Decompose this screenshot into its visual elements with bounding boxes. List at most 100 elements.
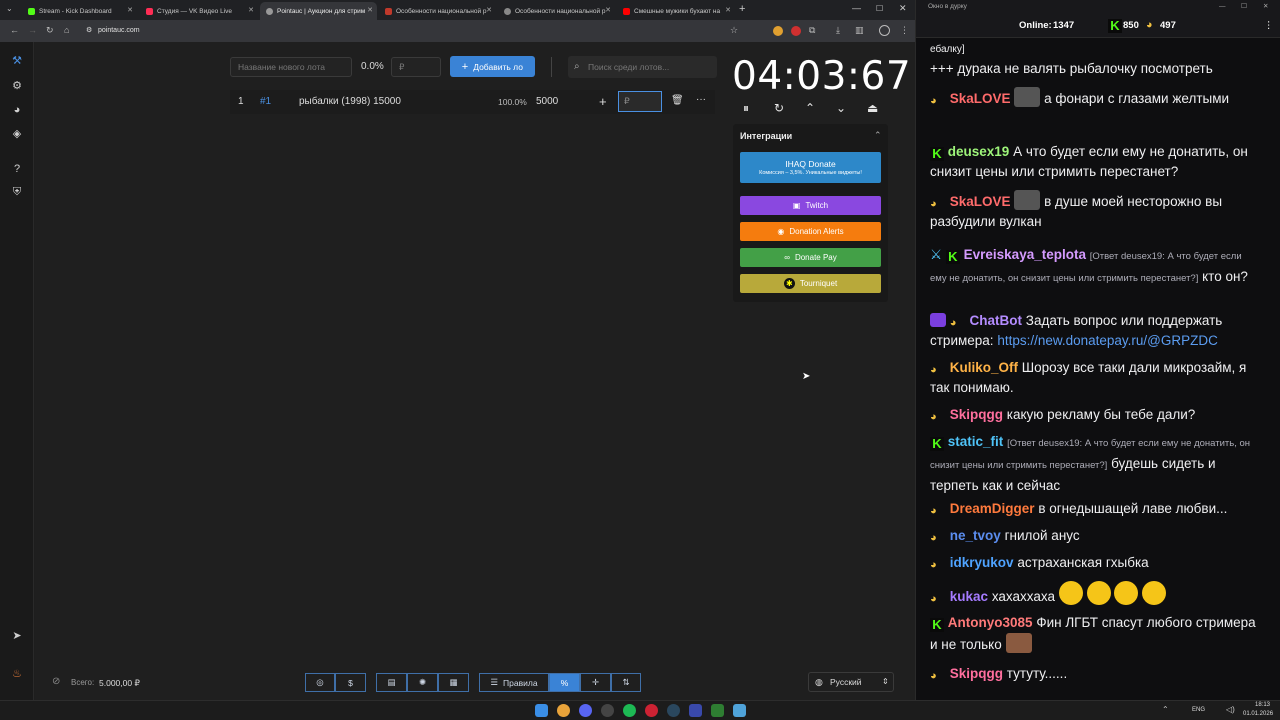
close-icon[interactable]: ✕ [127, 6, 133, 14]
obs-icon[interactable] [601, 704, 614, 717]
percent-toggle[interactable]: % [549, 673, 580, 692]
app-icon[interactable] [711, 704, 724, 717]
reload-icon[interactable]: ↻ [46, 25, 54, 36]
decrease-time-icon[interactable]: ⌄ [836, 101, 846, 115]
windows-start-icon[interactable] [535, 704, 548, 717]
collapse-chevron-icon[interactable]: ⌃ [874, 130, 882, 141]
tab-movie-1[interactable]: Особенности национальной р ✕ [379, 2, 496, 20]
extensions-puzzle-icon[interactable]: ⧉ [809, 25, 815, 36]
github-button[interactable]: ◎ [305, 673, 335, 692]
auction-hammer-icon[interactable]: ⚒ [10, 54, 24, 68]
maximize-icon[interactable]: ☐ [1241, 0, 1247, 14]
new-lot-name-input[interactable]: Название нового лота [230, 57, 352, 77]
message-nick[interactable]: Antonyo3085 [948, 615, 1033, 630]
delete-icon[interactable]: 🗑 [671, 95, 684, 106]
ihaq-donate-button[interactable]: IHAQ Donate Комиссия – 3,5%. Уникальные … [740, 152, 881, 183]
tab-list-chevron-icon[interactable]: ⌄ [6, 4, 13, 13]
hide-eye-icon[interactable]: ⊘ [52, 676, 60, 687]
message-nick[interactable]: Evreiskaya_teplota [964, 247, 1086, 262]
shield-icon[interactable]: ⛨ [10, 185, 24, 199]
rules-button[interactable]: ☰ Правила [479, 673, 549, 692]
close-window-icon[interactable]: ✕ [899, 3, 907, 14]
lot-search-input[interactable]: ⌕ Поиск среди лотов... [568, 56, 717, 78]
message-nick[interactable]: DreamDigger [950, 501, 1035, 516]
tray-chevron-icon[interactable]: ⌃ [1162, 705, 1169, 714]
chat-menu-icon[interactable]: ⋮ [1264, 20, 1274, 31]
minimize-icon[interactable]: — [1219, 0, 1226, 14]
donate-dollar-button[interactable]: $ [335, 673, 366, 692]
collapse-icon[interactable]: ⏏ [867, 101, 878, 115]
close-icon[interactable]: ✕ [248, 6, 254, 14]
wheel-icon[interactable]: ◕ [10, 103, 24, 117]
url-field[interactable]: ⚙ pointauc.com [80, 23, 800, 39]
message-nick[interactable]: ne_tvoy [950, 528, 1001, 543]
message-nick[interactable]: Skipqgg [950, 666, 1003, 681]
minimize-icon[interactable]: — [852, 3, 861, 13]
lot-amount-input[interactable]: ₽ [618, 91, 662, 112]
download-icon[interactable]: ⤓ [836, 25, 840, 36]
message-nick[interactable]: ChatBot [970, 313, 1023, 328]
forward-icon[interactable]: → [28, 25, 37, 35]
donate-pay-button[interactable]: ∞ Donate Pay [740, 248, 881, 267]
language-select[interactable]: ◍ Русский ⇕ [808, 672, 894, 692]
tab-movie-2[interactable]: Особенности национальной р ✕ [498, 2, 615, 20]
menu-icon[interactable]: ⋮ [900, 25, 909, 36]
sort-toggle[interactable]: ⇅ [611, 673, 641, 692]
reset-icon[interactable]: ↻ [774, 101, 784, 115]
add-amount-icon[interactable]: + [599, 94, 607, 109]
more-icon[interactable]: ··· [696, 94, 706, 105]
tourniquet-button[interactable]: ✱ Tourniquet [740, 274, 881, 293]
layers-icon[interactable]: ◈ [10, 127, 24, 141]
message-nick[interactable]: SkaLOVE [950, 194, 1011, 209]
back-icon[interactable]: ← [10, 25, 19, 35]
clock-date[interactable]: 01.01.2026 [1243, 711, 1273, 717]
tab-youtube[interactable]: Смешные мужики бухают на ✕ [617, 2, 735, 20]
keyboard-language[interactable]: ENG [1192, 707, 1205, 713]
twitch-button[interactable]: ▣ Twitch [740, 196, 881, 215]
message-nick[interactable]: Skipqgg [950, 407, 1003, 422]
message-nick[interactable]: idkryukov [950, 555, 1014, 570]
app-icon[interactable] [645, 704, 658, 717]
bookmark-star-icon[interactable]: ☆ [730, 25, 738, 36]
sidebar-icon[interactable]: ▥ [855, 25, 864, 36]
home-icon[interactable]: ⌂ [64, 25, 69, 35]
lot-name[interactable]: рыбалки (1998) 15000 [299, 96, 401, 107]
site-info-icon[interactable]: ⚙ [86, 23, 92, 39]
clear-all-button[interactable]: ▦ [438, 673, 469, 692]
close-icon[interactable]: ✕ [1263, 0, 1268, 14]
tab-pointauc[interactable]: Pointauc | Аукцион для стрим ✕ [260, 2, 377, 20]
message-nick[interactable]: kukac [950, 589, 988, 604]
extension-icon[interactable] [773, 26, 783, 36]
message-nick[interactable]: SkaLOVE [950, 91, 1011, 106]
help-icon[interactable]: ? [10, 162, 24, 176]
add-lot-button[interactable]: + Добавить лот [450, 56, 535, 77]
close-icon[interactable]: ✕ [486, 6, 492, 14]
clock-time[interactable]: 18:13 [1255, 702, 1270, 708]
active-app-icon[interactable] [733, 704, 746, 717]
profile-avatar[interactable] [879, 25, 890, 36]
close-icon[interactable]: ✕ [725, 6, 731, 14]
save-button[interactable]: ▤ [376, 673, 407, 692]
lot-row[interactable]: 1 #1 рыбалки (1998) 15000 100.0% 5000 + … [230, 90, 715, 114]
message-link[interactable]: https://new.donatepay.ru/@GRPZDC [997, 333, 1218, 348]
message-nick[interactable]: Kuliko_Off [950, 360, 1018, 375]
app-icon[interactable] [579, 704, 592, 717]
maximize-icon[interactable]: ☐ [876, 4, 883, 13]
extension-icon[interactable] [791, 26, 801, 36]
tab-vk[interactable]: Студия — VK Видео Live ✕ [140, 2, 258, 20]
new-tab-icon[interactable]: + [739, 3, 745, 15]
collapse-toggle[interactable]: ✛ [580, 673, 611, 692]
increase-time-icon[interactable]: ⌃ [805, 101, 815, 115]
chrome-icon[interactable] [557, 704, 570, 717]
new-lot-amount-input[interactable]: ₽ [391, 57, 441, 77]
message-nick[interactable]: deusex19 [948, 144, 1010, 159]
telegram-icon[interactable]: ➤ [10, 629, 24, 643]
tab-kick[interactable]: Stream - Kick Dashboard ✕ [22, 2, 137, 20]
spotify-icon[interactable] [623, 704, 636, 717]
message-nick[interactable]: static_fit [948, 434, 1004, 449]
settings-gear-icon[interactable]: ⚙ [10, 79, 24, 93]
bug-report-button[interactable]: ✺ [407, 673, 438, 692]
steam-icon[interactable] [667, 704, 680, 717]
close-icon[interactable]: ✕ [605, 6, 611, 14]
app-icon[interactable] [689, 704, 702, 717]
